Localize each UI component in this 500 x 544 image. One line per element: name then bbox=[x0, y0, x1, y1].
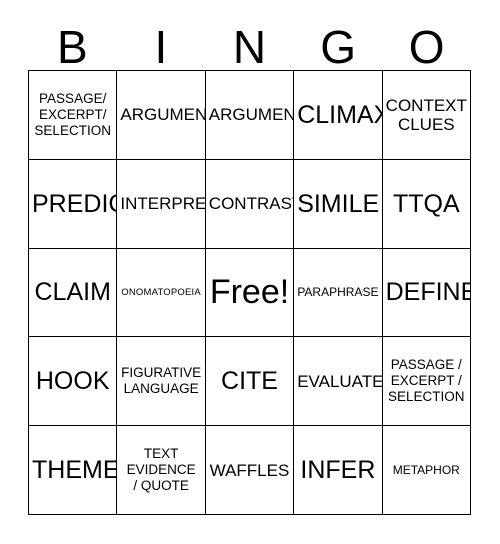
bingo-cell-n5[interactable]: WAFFLES bbox=[205, 426, 295, 515]
bingo-cell-i4[interactable]: FIGURATIVE LANGUAGE bbox=[117, 337, 206, 427]
bingo-cell-label: CONTRAST bbox=[208, 194, 295, 214]
bingo-cell-label: HOOK bbox=[35, 367, 110, 396]
bingo-cell-label: ONOMATOPOEIA bbox=[121, 286, 201, 298]
bingo-cell-g5[interactable]: INFER bbox=[294, 426, 383, 515]
bingo-cell-n1[interactable]: ARGUMENT bbox=[205, 71, 295, 160]
bingo-cell-o1[interactable]: CONTEXT CLUES bbox=[382, 71, 471, 160]
bingo-cell-b3[interactable]: CLAIM bbox=[29, 248, 118, 338]
bingo-cell-o5[interactable]: METAPHOR bbox=[382, 426, 471, 515]
bingo-cell-label: Free! bbox=[209, 272, 290, 311]
bingo-cell-label: WAFFLES bbox=[209, 460, 290, 480]
bingo-header-row: B I N G O bbox=[28, 12, 471, 70]
bingo-cell-g2[interactable]: SIMILE bbox=[294, 159, 383, 249]
bingo-cell-label: ARGUMENT bbox=[208, 105, 293, 125]
bingo-header-letter-i: I bbox=[154, 21, 168, 73]
bingo-cell-g3[interactable]: PARAPHRASE bbox=[294, 248, 383, 338]
bingo-cell-b1[interactable]: PASSAGE/ EXCERPT/ SELECTION bbox=[29, 71, 118, 160]
bingo-cell-label: INFER bbox=[300, 455, 376, 484]
bingo-cell-label: ARGUMENT bbox=[120, 105, 204, 125]
bingo-cell-i1[interactable]: ARGUMENT bbox=[117, 71, 206, 160]
bingo-header-letter-g: G bbox=[320, 21, 356, 73]
bingo-cell-b4[interactable]: HOOK bbox=[29, 337, 118, 427]
bingo-cell-label: TEXT EVIDENCE / QUOTE bbox=[126, 446, 196, 494]
bingo-cell-g1[interactable]: CLIMAX bbox=[294, 71, 383, 160]
bingo-cell-label: TTQA bbox=[392, 189, 460, 218]
bingo-grid: PASSAGE/ EXCERPT/ SELECTION ARGUMENT ARG… bbox=[28, 70, 471, 515]
bingo-cell-label: INTERPRET bbox=[120, 194, 206, 214]
bingo-cell-o2[interactable]: TTQA bbox=[382, 159, 471, 249]
bingo-cell-b5[interactable]: THEME bbox=[29, 426, 118, 515]
bingo-cell-o3[interactable]: DEFINE bbox=[382, 248, 471, 338]
bingo-cell-n4[interactable]: CITE bbox=[205, 337, 295, 427]
bingo-header-letter-n: N bbox=[232, 21, 267, 73]
bingo-cell-label: METAPHOR bbox=[392, 462, 460, 477]
bingo-cell-label: CONTEXT CLUES bbox=[385, 95, 467, 134]
bingo-cell-label: CLIMAX bbox=[297, 100, 383, 129]
bingo-cell-label: PARAPHRASE bbox=[297, 285, 379, 300]
bingo-cell-free-space[interactable]: Free! bbox=[205, 248, 295, 338]
bingo-cell-label: PASSAGE / EXCERPT / SELECTION bbox=[388, 357, 465, 405]
bingo-cell-label: SIMILE bbox=[297, 189, 380, 218]
bingo-cell-label: CLAIM bbox=[34, 278, 111, 307]
bingo-cell-i5[interactable]: TEXT EVIDENCE / QUOTE bbox=[117, 426, 206, 515]
bingo-cell-label: CITE bbox=[221, 367, 278, 396]
bingo-cell-label: THEME bbox=[32, 455, 118, 484]
bingo-cell-label: DEFINE bbox=[385, 278, 471, 307]
bingo-cell-label: EVALUATE bbox=[297, 371, 383, 391]
bingo-cell-o4[interactable]: PASSAGE / EXCERPT / SELECTION bbox=[382, 337, 471, 427]
bingo-cell-label: PREDICT bbox=[32, 189, 116, 218]
bingo-cell-b2[interactable]: PREDICT bbox=[29, 159, 118, 249]
bingo-cell-g4[interactable]: EVALUATE bbox=[294, 337, 383, 427]
bingo-cell-label: FIGURATIVE LANGUAGE bbox=[121, 365, 202, 397]
bingo-cell-i3[interactable]: ONOMATOPOEIA bbox=[117, 248, 206, 338]
bingo-cell-label: PASSAGE/ EXCERPT/ SELECTION bbox=[34, 91, 111, 138]
bingo-header-letter-o: O bbox=[408, 21, 445, 73]
bingo-cell-i2[interactable]: INTERPRET bbox=[117, 159, 206, 249]
bingo-cell-n2[interactable]: CONTRAST bbox=[205, 159, 295, 249]
bingo-card: B I N G O PASSAGE/ EXCERPT/ SELECTION AR… bbox=[0, 0, 500, 544]
bingo-header-letter-b: B bbox=[56, 21, 88, 73]
